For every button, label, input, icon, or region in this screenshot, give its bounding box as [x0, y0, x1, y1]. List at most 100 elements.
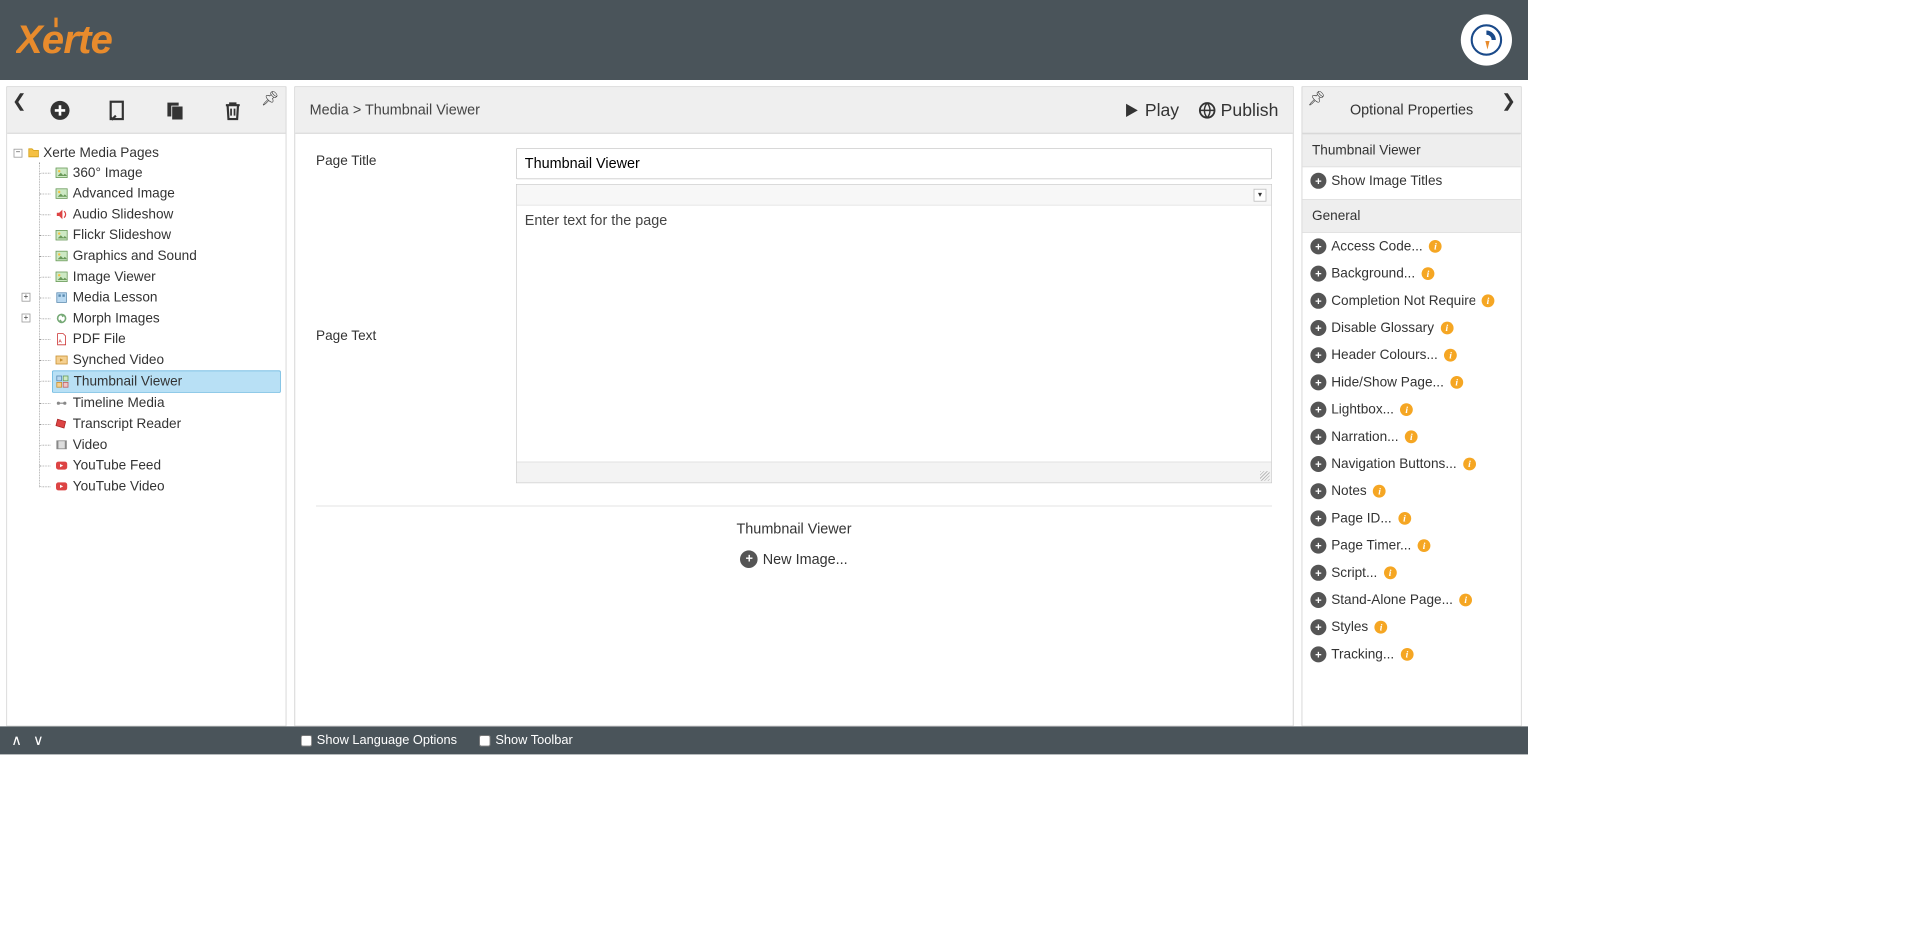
section-header: General: [1302, 199, 1520, 233]
rich-text-editor: ▾ Enter text for the page: [516, 184, 1272, 483]
property-item[interactable]: +Page Timer...i: [1302, 532, 1520, 559]
expander-icon[interactable]: +: [22, 314, 31, 323]
trash-icon: [222, 100, 243, 121]
property-item[interactable]: +Background...i: [1302, 260, 1520, 287]
tree-item[interactable]: Media Lesson: [52, 287, 281, 308]
info-icon[interactable]: i: [1418, 539, 1431, 552]
tree-item[interactable]: Synched Video: [52, 350, 281, 371]
tree-item[interactable]: Timeline Media: [52, 393, 281, 414]
tree-item[interactable]: Transcript Reader: [52, 414, 281, 435]
pin-icon[interactable]: 📌︎: [1307, 90, 1325, 107]
image-icon: [55, 187, 68, 200]
new-image-label: New Image...: [763, 551, 848, 568]
show-toolbar-checkbox[interactable]: Show Toolbar: [479, 733, 572, 747]
publish-button[interactable]: Publish: [1198, 100, 1278, 121]
property-item[interactable]: +Stand-Alone Page...i: [1302, 586, 1520, 613]
info-icon[interactable]: i: [1444, 349, 1457, 362]
tree-item[interactable]: Audio Slideshow: [52, 204, 281, 225]
new-image-button[interactable]: + New Image...: [740, 550, 847, 568]
info-icon[interactable]: i: [1450, 376, 1463, 389]
property-item[interactable]: +Disable Glossaryi: [1302, 314, 1520, 341]
property-item[interactable]: +Stylesi: [1302, 614, 1520, 641]
info-icon[interactable]: i: [1384, 566, 1397, 579]
editor-body[interactable]: Enter text for the page: [517, 206, 1271, 462]
property-label: Page Timer...: [1331, 538, 1411, 554]
property-item[interactable]: +Lightbox...i: [1302, 396, 1520, 423]
property-item[interactable]: +Tracking...i: [1302, 641, 1520, 668]
delete-button[interactable]: [222, 99, 244, 121]
property-item[interactable]: +Access Code...i: [1302, 233, 1520, 260]
app-logo: Xerte: [16, 16, 160, 64]
account-badge[interactable]: [1461, 14, 1512, 65]
tree-root-item[interactable]: − Xerte Media Pages: [12, 143, 281, 162]
tree-item[interactable]: Thumbnail Viewer: [52, 370, 281, 392]
checkbox-input[interactable]: [479, 735, 490, 746]
show-language-checkbox[interactable]: Show Language Options: [301, 733, 457, 747]
info-icon[interactable]: i: [1482, 294, 1495, 307]
tree-item[interactable]: APDF File: [52, 329, 281, 350]
property-item[interactable]: +Show Image Titles: [1302, 167, 1520, 194]
plus-circle-icon: +: [1310, 510, 1326, 526]
main-area: ❮ 📌︎ −: [0, 80, 1528, 726]
property-label: Script...: [1331, 565, 1377, 581]
copy-button[interactable]: [164, 99, 186, 121]
timeline-icon: [55, 397, 68, 410]
insert-button[interactable]: [106, 99, 128, 121]
tree-item[interactable]: Graphics and Sound: [52, 246, 281, 267]
info-icon[interactable]: i: [1463, 458, 1476, 471]
property-item[interactable]: +Page ID...i: [1302, 505, 1520, 532]
property-label: Tracking...: [1331, 646, 1394, 662]
property-item[interactable]: +Completion Not Requiredi: [1302, 287, 1520, 314]
info-icon[interactable]: i: [1398, 512, 1411, 525]
page-title-input[interactable]: [516, 148, 1272, 179]
info-icon[interactable]: i: [1401, 648, 1414, 661]
tree-item-label: YouTube Video: [73, 478, 165, 494]
property-item[interactable]: +Header Colours...i: [1302, 342, 1520, 369]
property-label: Narration...: [1331, 429, 1398, 445]
collapse-left-icon[interactable]: ❮: [12, 90, 27, 111]
property-item[interactable]: +Notesi: [1302, 478, 1520, 505]
pdf-icon: A: [55, 333, 68, 346]
info-icon[interactable]: i: [1375, 621, 1388, 634]
tree-item-label: Media Lesson: [73, 290, 158, 306]
app-header: Xerte: [0, 0, 1528, 80]
pin-icon[interactable]: 📌︎: [261, 90, 279, 107]
checkbox-input[interactable]: [301, 735, 312, 746]
copy-icon: [165, 100, 186, 121]
tree-item[interactable]: Advanced Image: [52, 183, 281, 204]
caret-down-icon[interactable]: ∨: [33, 732, 44, 749]
plus-circle-icon: +: [1310, 592, 1326, 608]
property-item[interactable]: +Script...i: [1302, 559, 1520, 586]
tree-item[interactable]: YouTube Feed: [52, 455, 281, 476]
editor-resize-handle[interactable]: [517, 462, 1271, 483]
editor-dropdown-icon[interactable]: ▾: [1254, 188, 1267, 201]
collapse-right-icon[interactable]: ❯: [1501, 90, 1516, 111]
property-label: Styles: [1331, 619, 1368, 635]
tree-item[interactable]: 360° Image: [52, 162, 281, 183]
info-icon[interactable]: i: [1422, 267, 1435, 280]
info-icon[interactable]: i: [1400, 403, 1413, 416]
expander-icon[interactable]: −: [14, 148, 23, 157]
property-item[interactable]: +Navigation Buttons...i: [1302, 450, 1520, 477]
info-icon[interactable]: i: [1429, 240, 1442, 253]
property-item[interactable]: +Narration...i: [1302, 423, 1520, 450]
page-tree: − Xerte Media Pages 360° ImageAdvanced I…: [7, 134, 285, 726]
tree-item[interactable]: Flickr Slideshow: [52, 225, 281, 246]
property-label: Disable Glossary: [1331, 320, 1434, 336]
tree-item[interactable]: Image Viewer: [52, 266, 281, 287]
tree-item[interactable]: YouTube Video: [52, 476, 281, 497]
info-icon[interactable]: i: [1459, 594, 1472, 607]
tree-item-label: Thumbnail Viewer: [74, 374, 183, 390]
property-item[interactable]: +Hide/Show Page...i: [1302, 369, 1520, 396]
info-icon[interactable]: i: [1440, 322, 1453, 335]
property-label: Lightbox...: [1331, 402, 1394, 418]
tree-item-label: Morph Images: [73, 310, 160, 326]
caret-up-icon[interactable]: ∧: [11, 732, 22, 749]
info-icon[interactable]: i: [1373, 485, 1386, 498]
add-button[interactable]: [49, 99, 71, 121]
info-icon[interactable]: i: [1405, 430, 1418, 443]
tree-item[interactable]: Video: [52, 434, 281, 455]
expander-icon[interactable]: +: [22, 293, 31, 302]
play-button[interactable]: Play: [1122, 100, 1179, 121]
tree-item[interactable]: Morph Images: [52, 308, 281, 329]
